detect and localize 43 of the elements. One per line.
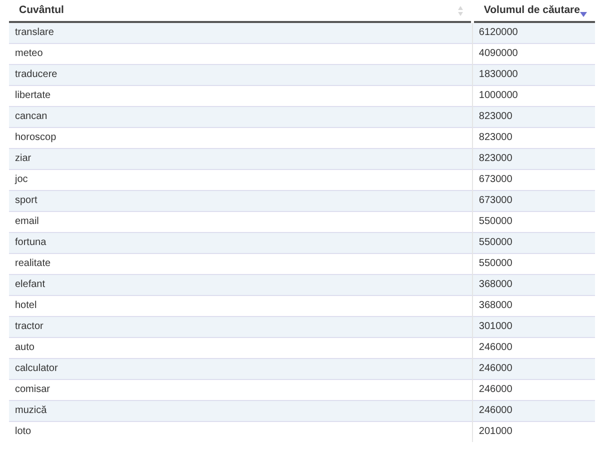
table-cell: 1830000 [478,69,518,80]
table-cell: realitate [15,258,51,269]
table-cell: joc [15,174,28,185]
table-cell: 301000 [478,321,512,332]
table-cell: 368000 [478,300,512,311]
table-cell: 246000 [478,342,512,353]
table-cell: 673000 [478,195,512,206]
table-cell: 550000 [478,237,512,248]
table-cell: 201000 [478,426,512,438]
table-cell: 6120000 [478,27,518,38]
table-cell: libertate [15,90,51,101]
table-cell: hotel [15,300,37,311]
table-cell: 823000 [478,132,512,143]
table-cell: cancan [15,111,48,122]
table-cell: meteo [15,48,43,59]
table-cell: 550000 [478,216,512,227]
table-cell: 246000 [478,363,512,374]
column-header[interactable]: Volumul de căutare [484,2,580,18]
table-cell: calculator [15,363,58,374]
table-cell: muzică [15,405,47,416]
table-cell: 823000 [478,111,512,122]
table-cell: sport [15,195,38,206]
table-cell: ziar [15,153,32,164]
table-cell: 246000 [478,384,512,395]
table-cell: 550000 [478,258,512,269]
table-cell: 246000 [478,405,512,416]
table-cell: 4090000 [478,48,518,59]
table-cell: 673000 [478,174,512,185]
column-header[interactable]: Cuvântul [19,2,64,18]
table-cell: fortuna [15,237,46,248]
table-cell: translare [15,27,54,38]
table-cell: auto [15,342,34,353]
table-cell: 1000000 [478,90,518,101]
table-cell: tractor [15,321,44,332]
table-cell: comisar [15,384,50,395]
table-cell: traducere [15,69,58,80]
table-cell: horoscop [15,132,56,143]
table-cell: 368000 [478,279,512,290]
table-cell: elefant [15,279,46,290]
table-cell: 823000 [478,153,512,164]
table-cell: loto [15,426,32,438]
sort-descending-icon[interactable] [580,12,587,17]
table-cell: email [15,216,39,227]
